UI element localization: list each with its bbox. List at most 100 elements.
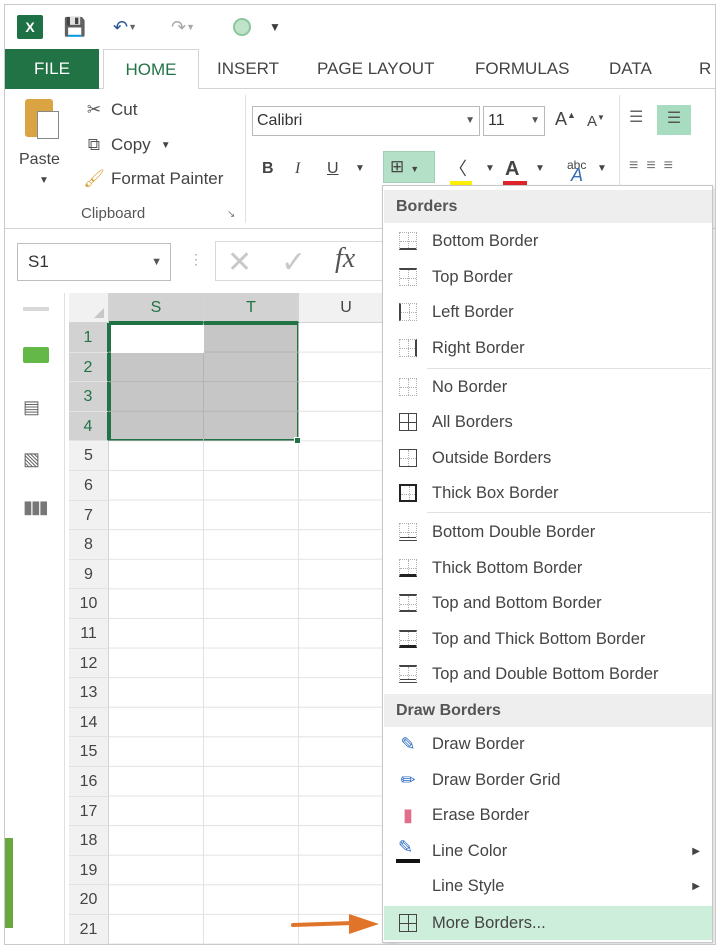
row-header[interactable]: 6 <box>69 471 109 501</box>
chevron-down-icon[interactable]: ▼ <box>535 155 545 183</box>
row-header[interactable]: 18 <box>69 826 109 856</box>
worksheet-grid[interactable]: S T U 1 2 3 4 5 6 7 8 9 10 11 12 13 14 15 16 17 18 19 20 21 <box>69 293 399 944</box>
column-header-u[interactable]: U <box>299 293 394 323</box>
menu-item-thick-box-border[interactable]: Thick Box Border <box>384 476 712 510</box>
customize-qat-icon[interactable]: ▼ <box>267 15 283 39</box>
tab-formulas[interactable]: FORMULAS <box>475 49 569 89</box>
active-cell[interactable] <box>111 325 204 353</box>
menu-item-no-border[interactable]: No Border <box>384 370 712 404</box>
menu-item-draw-border-grid[interactable]: ✏ Draw Border Grid <box>384 763 712 797</box>
menu-item-top-and-thick-bottom-border[interactable]: Top and Thick Bottom Border <box>384 622 712 656</box>
chevron-down-icon[interactable]: ▼ <box>485 155 495 183</box>
menu-item-right-border[interactable]: Right Border <box>384 331 712 365</box>
menu-item-erase-border[interactable]: ▮ Erase Border <box>384 798 712 832</box>
row-header[interactable]: 7 <box>69 500 109 531</box>
select-all-button[interactable] <box>69 293 109 323</box>
chevron-down-icon[interactable]: ▼ <box>161 140 171 151</box>
grow-font-icon[interactable]: A▲ <box>555 109 576 130</box>
menu-item-draw-border[interactable]: ✎ Draw Border <box>384 727 712 761</box>
tab-data[interactable]: DATA <box>609 49 652 89</box>
chevron-down-icon[interactable]: ▼ <box>597 155 607 183</box>
barcode-icon[interactable]: ▮▮▮ <box>23 497 49 517</box>
format-painter-button[interactable]: 🖌 Format Painter <box>83 166 223 192</box>
thick-box-border-icon <box>399 484 417 502</box>
menu-item-all-borders[interactable]: All Borders <box>384 405 712 439</box>
menu-item-outside-borders[interactable]: Outside Borders <box>384 441 712 475</box>
font-name-select[interactable]: Calibri ▼ <box>252 106 480 136</box>
menu-item-bottom-double-border[interactable]: Bottom Double Border <box>384 515 712 549</box>
menu-item-top-and-bottom-border[interactable]: Top and Bottom Border <box>384 586 712 620</box>
menu-item-label: Outside Borders <box>432 448 552 467</box>
align-top-icon[interactable]: ☰ <box>629 107 653 129</box>
borders-button[interactable]: ⊞ ▼ <box>383 151 435 183</box>
menu-item-bottom-border[interactable]: Bottom Border <box>384 224 712 258</box>
layers-icon[interactable]: ▤ <box>23 397 49 417</box>
enter-icon[interactable]: ✓ <box>281 245 306 280</box>
scissors-icon: ✂ <box>86 100 102 119</box>
tab-file[interactable]: FILE <box>5 49 99 89</box>
name-box[interactable]: S1 ▼ <box>17 243 171 281</box>
tab-page-layout[interactable]: PAGE LAYOUT <box>317 49 434 89</box>
menu-item-more-borders[interactable]: More Borders... <box>384 906 712 940</box>
row-header[interactable]: 21 <box>69 915 109 944</box>
copy-button[interactable]: ⧉ Copy ▼ <box>83 132 171 158</box>
row-header[interactable]: 14 <box>69 707 109 738</box>
excel-logo-icon[interactable]: X <box>17 15 43 39</box>
row-header[interactable]: 19 <box>69 855 109 886</box>
menu-item-label: Top and Bottom Border <box>432 593 602 612</box>
menu-item-left-border[interactable]: Left Border <box>384 295 712 329</box>
row-header[interactable]: 15 <box>69 737 109 767</box>
cut-button[interactable]: ✂ Cut <box>83 97 138 123</box>
row-header[interactable]: 2 <box>69 352 109 383</box>
cancel-icon[interactable]: ✕ <box>227 245 252 280</box>
italic-button[interactable]: I <box>295 155 300 183</box>
stack-icon[interactable]: ▧ <box>23 449 49 469</box>
redo-icon[interactable]: ↷ ▼ <box>163 15 203 39</box>
menu-item-thick-bottom-border[interactable]: Thick Bottom Border <box>384 551 712 585</box>
copy-icon: ⧉ <box>87 135 101 154</box>
row-header[interactable]: 5 <box>69 441 109 471</box>
row-header[interactable]: 13 <box>69 678 109 708</box>
row-header[interactable]: 17 <box>69 796 109 827</box>
menu-item-top-and-double-bottom-border[interactable]: Top and Double Bottom Border <box>384 657 712 691</box>
tab-insert[interactable]: INSERT <box>217 49 279 89</box>
font-color-button[interactable]: A <box>505 155 519 183</box>
phonetic-guide-icon[interactable]: A <box>571 165 583 186</box>
paste-icon[interactable] <box>21 97 59 143</box>
tab-review[interactable]: R <box>699 49 711 89</box>
undo-icon[interactable]: ↶ ▼ <box>105 15 145 39</box>
horizontal-align-icons[interactable]: ≡≡≡ <box>629 157 681 175</box>
chevron-down-icon[interactable]: ▼ <box>355 155 365 183</box>
formula-bar-grip-icon[interactable]: ⋮ <box>189 251 203 268</box>
chart-icon[interactable] <box>23 347 49 363</box>
align-middle-icon[interactable]: ☰ <box>657 105 691 135</box>
fill-color-icon[interactable]: 〈 <box>449 155 467 183</box>
bold-button[interactable]: B <box>262 155 274 183</box>
insert-function-button[interactable]: fx <box>335 243 355 275</box>
fill-handle[interactable] <box>294 437 301 444</box>
row-header[interactable]: 1 <box>69 323 109 353</box>
row-header[interactable]: 3 <box>69 382 109 412</box>
dialog-launcher-icon[interactable]: ↘ <box>227 209 235 220</box>
row-header[interactable]: 16 <box>69 767 109 797</box>
column-header-t[interactable]: T <box>204 293 299 323</box>
row-header[interactable]: 12 <box>69 648 109 679</box>
paste-button[interactable]: Paste <box>19 151 60 169</box>
row-header[interactable]: 9 <box>69 559 109 590</box>
row-header[interactable]: 10 <box>69 589 109 619</box>
column-header-s[interactable]: S <box>109 293 204 323</box>
menu-item-line-color[interactable]: ✎ Line Color ▶ <box>384 834 712 868</box>
touch-mode-icon[interactable] <box>231 15 253 39</box>
row-header[interactable]: 8 <box>69 530 109 560</box>
underline-button[interactable]: U <box>327 155 339 183</box>
menu-item-top-border[interactable]: Top Border <box>384 260 712 294</box>
shrink-font-icon[interactable]: A▼ <box>587 113 605 130</box>
tab-home[interactable]: HOME <box>103 49 199 90</box>
save-icon[interactable]: 💾 <box>63 15 87 39</box>
row-header[interactable]: 4 <box>69 411 109 442</box>
menu-item-line-style[interactable]: Line Style ▶ <box>384 869 712 903</box>
font-size-select[interactable]: 11 ▼ <box>483 106 545 136</box>
row-header[interactable]: 20 <box>69 885 109 915</box>
paste-dropdown-icon[interactable]: ▼ <box>39 175 49 186</box>
row-header[interactable]: 11 <box>69 619 109 649</box>
